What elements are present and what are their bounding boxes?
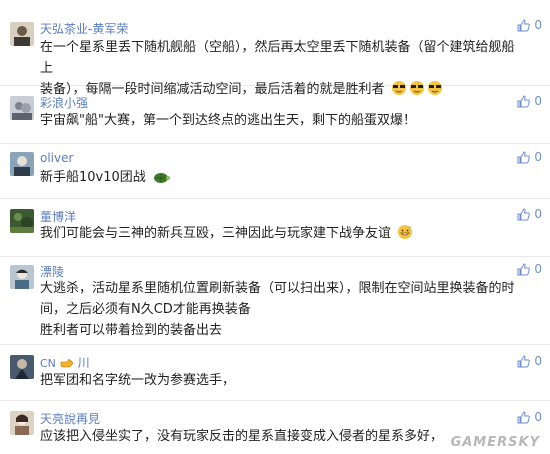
avatar[interactable]	[10, 355, 34, 379]
thumbs-up-icon	[517, 354, 531, 368]
like-count: 0	[534, 18, 542, 32]
like-count: 0	[534, 354, 542, 368]
comment-item: CN 川 把军团和名字统一改为参赛选手， 0	[0, 345, 550, 401]
thumbs-up-icon	[517, 94, 531, 108]
avatar[interactable]	[10, 22, 34, 46]
like-count: 0	[534, 94, 542, 108]
avatar[interactable]	[10, 209, 34, 233]
comment-item: 漂陵 大逃杀，活动星系里随机位置刷新装备（可以扫出来），限制在空间站里换装备的时…	[0, 257, 550, 345]
comment-item: oliver 新手船10v10团战 0	[0, 144, 550, 199]
avatar[interactable]	[10, 152, 34, 176]
thumbs-up-icon	[517, 18, 531, 32]
username[interactable]: 天亮說再見	[40, 410, 100, 427]
like-count: 0	[534, 207, 542, 221]
grin-sweat-emoji	[397, 224, 413, 247]
username[interactable]: 彩浪小强	[40, 94, 88, 111]
comment-text: 应该把入侵坐实了，没有玩家反击的星系直接变成入侵者的星系多好，	[40, 429, 444, 444]
turtle-emoji	[152, 170, 170, 191]
comment-text: 把军团和名字统一改为参赛选手，	[40, 373, 236, 388]
like-button[interactable]: 0	[517, 207, 542, 221]
comment-item: 天弘茶业-黄军荣 在一个星系里丢下随机舰船（空船），然后再太空里丢下随机装备（留…	[0, 0, 550, 97]
like-count: 0	[534, 150, 542, 164]
thumbs-up-icon	[517, 207, 531, 221]
like-button[interactable]: 0	[517, 354, 542, 368]
avatar[interactable]	[10, 265, 34, 289]
comment-text: 新手船10v10团战	[40, 167, 520, 191]
like-button[interactable]: 0	[517, 150, 542, 164]
like-button[interactable]: 0	[517, 18, 542, 32]
username[interactable]: 天弘茶业-黄军荣	[40, 20, 128, 37]
comment-text: 大逃杀，活动星系里随机位置刷新装备（可以扫出来），限制在空间站里换装备的时 间，…	[40, 281, 515, 338]
like-count: 0	[534, 410, 542, 424]
thumbs-up-icon	[517, 262, 531, 276]
comment-item: 董博洋 我们可能会与三神的新兵互殴，三神因此与玩家建下战争友谊 0	[0, 199, 550, 257]
watermark: GAMERSKY	[450, 435, 540, 450]
comment-item: 彩浪小强 宇宙飙"船"大赛，第一个到达终点的逃出生天，剩下的船蛋双爆！ 0	[0, 86, 550, 144]
comment-text: 宇宙飙"船"大赛，第一个到达终点的逃出生天，剩下的船蛋双爆！	[40, 113, 416, 128]
thumbs-up-icon	[517, 150, 531, 164]
avatar[interactable]	[10, 96, 34, 120]
like-button[interactable]: 0	[517, 94, 542, 108]
thumbs-up-icon	[517, 410, 531, 424]
username[interactable]: oliver	[40, 151, 73, 165]
like-count: 0	[534, 262, 542, 276]
like-button[interactable]: 0	[517, 410, 542, 424]
comment-text: 我们可能会与三神的新兵互殴，三神因此与玩家建下战争友谊	[40, 223, 520, 247]
avatar[interactable]	[10, 411, 34, 435]
like-button[interactable]: 0	[517, 262, 542, 276]
